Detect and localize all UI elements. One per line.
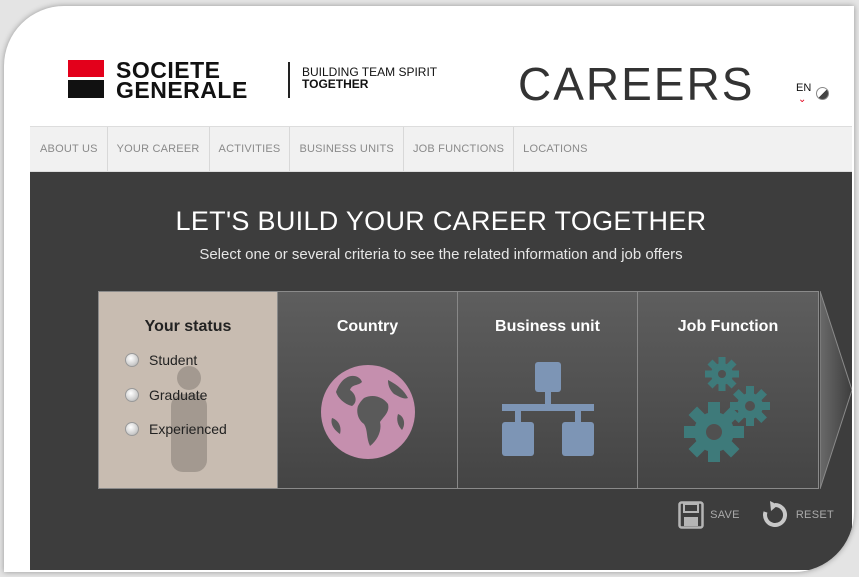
window-frame: SOCIETE GENERALE BUILDING TEAM SPIRIT TO… bbox=[4, 6, 854, 572]
action-bar: SAVE RESET bbox=[658, 500, 834, 530]
nav-item-your-career[interactable]: YOUR CAREER bbox=[108, 127, 210, 171]
logo-divider bbox=[288, 62, 290, 98]
reset-icon bbox=[762, 501, 787, 527]
floppy-disk-icon bbox=[678, 501, 704, 529]
language-selector[interactable]: EN bbox=[796, 82, 811, 94]
job-function-title: Job Function bbox=[677, 318, 779, 335]
main-nav: ABOUT US YOUR CAREER ACTIVITIES BUSINESS… bbox=[30, 126, 852, 172]
nav-item-about-us[interactable]: ABOUT US bbox=[30, 127, 108, 171]
org-chart-icon bbox=[502, 362, 594, 456]
brand-name[interactable]: SOCIETE GENERALE bbox=[116, 59, 248, 103]
hero-subtitle: Select one or several criteria to see th… bbox=[199, 246, 683, 263]
tagline-line-2: TOGETHER bbox=[302, 77, 369, 91]
graduate-label: Graduate bbox=[149, 387, 208, 403]
business-unit-panel[interactable]: Business unit bbox=[458, 292, 638, 488]
next-arrow-icon[interactable] bbox=[820, 291, 852, 489]
status-option-graduate[interactable]: Graduate bbox=[125, 387, 207, 403]
student-label: Student bbox=[149, 352, 198, 368]
societe-generale-logo-icon[interactable] bbox=[68, 60, 104, 98]
gears-icon bbox=[684, 357, 770, 462]
nav-item-job-functions[interactable]: JOB FUNCTIONS bbox=[404, 127, 515, 171]
hero-title: LET'S BUILD YOUR CAREER TOGETHER bbox=[175, 206, 707, 236]
experienced-label: Experienced bbox=[149, 421, 227, 437]
status-panel: Your status Student Graduate Experienced bbox=[99, 292, 278, 488]
reset-button[interactable]: RESET bbox=[760, 500, 834, 530]
careers-page: SOCIETE GENERALE BUILDING TEAM SPIRIT TO… bbox=[30, 30, 852, 570]
site-header: SOCIETE GENERALE BUILDING TEAM SPIRIT TO… bbox=[30, 30, 852, 126]
criteria-panels: Your status Student Graduate Experienced… bbox=[98, 291, 819, 489]
graduate-radio[interactable] bbox=[125, 388, 139, 402]
career-finder: LET'S BUILD YOUR CAREER TOGETHER Select … bbox=[30, 172, 852, 570]
contrast-toggle-icon[interactable] bbox=[816, 87, 829, 100]
status-option-experienced[interactable]: Experienced bbox=[125, 421, 227, 437]
person-silhouette-icon bbox=[171, 366, 207, 472]
nav-item-locations[interactable]: LOCATIONS bbox=[514, 127, 597, 171]
save-label: SAVE bbox=[710, 509, 740, 521]
nav-item-activities[interactable]: ACTIVITIES bbox=[210, 127, 291, 171]
reset-label: RESET bbox=[795, 509, 834, 521]
business-unit-title: Business unit bbox=[495, 318, 600, 335]
brand-line-2: GENERALE bbox=[116, 77, 248, 103]
status-option-student[interactable]: Student bbox=[125, 352, 197, 368]
nav-item-business-units[interactable]: BUSINESS UNITS bbox=[290, 127, 404, 171]
student-radio[interactable] bbox=[125, 353, 139, 367]
tagline: BUILDING TEAM SPIRIT TOGETHER bbox=[302, 66, 437, 90]
chevron-down-icon[interactable]: ⌄ bbox=[798, 94, 806, 105]
save-button[interactable]: SAVE bbox=[678, 501, 740, 529]
globe-icon bbox=[321, 365, 415, 459]
country-panel[interactable]: Country bbox=[278, 292, 458, 488]
country-title: Country bbox=[336, 318, 399, 335]
status-title: Your status bbox=[144, 318, 232, 335]
page-title: CAREERS bbox=[518, 58, 755, 110]
experienced-radio[interactable] bbox=[125, 422, 139, 436]
job-function-panel[interactable]: Job Function bbox=[638, 292, 818, 488]
